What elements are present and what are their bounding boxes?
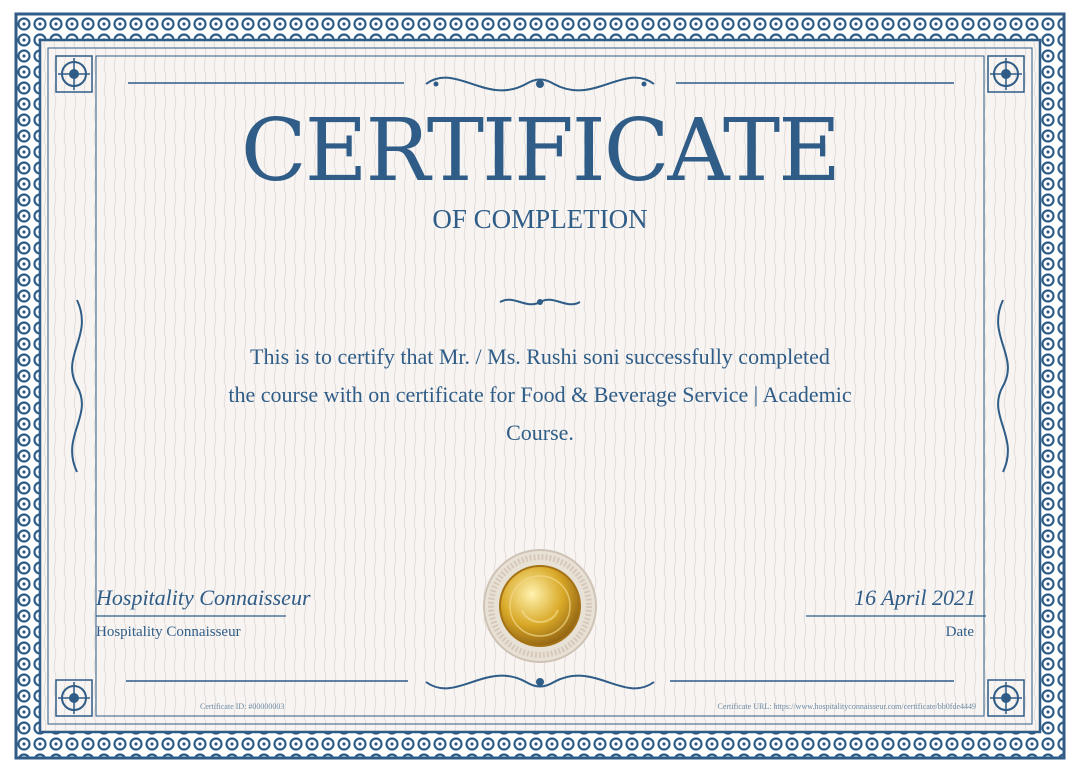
date-line xyxy=(806,615,986,617)
certificate-title: CERTIFICATE xyxy=(240,101,841,201)
certificate-id: Certificate ID: #00000003 xyxy=(200,702,285,711)
signature-line xyxy=(96,615,286,617)
gold-seal-icon xyxy=(483,549,597,663)
flourish-icon xyxy=(71,299,83,473)
signature: Hospitality Connaisseur xyxy=(96,585,311,610)
certificate-page: CERTIFICATE OF COMPLETION This is to cer… xyxy=(0,0,1080,772)
corner-ornament-icon xyxy=(987,55,1025,93)
body-line-3: Course. xyxy=(506,420,574,445)
certificate-url[interactable]: Certificate URL: https://www.hospitality… xyxy=(640,702,976,711)
flourish-icon xyxy=(499,298,581,306)
corner-ornament-icon xyxy=(987,679,1025,717)
certificate-subtitle: OF COMPLETION xyxy=(432,204,648,234)
certificate-body: This is to certify that Mr. / Ms. Rushi … xyxy=(150,338,930,452)
date-value: 16 April 2021 xyxy=(854,585,976,610)
corner-ornament-icon xyxy=(55,55,93,93)
body-line-2: the course with on certificate for Food … xyxy=(228,382,852,407)
date-caption: Date xyxy=(945,624,974,640)
flourish-icon xyxy=(425,76,655,92)
signature-caption: Hospitality Connaisseur xyxy=(96,624,241,640)
flourish-icon xyxy=(997,299,1009,473)
corner-ornament-icon xyxy=(55,679,93,717)
body-line-1: This is to certify that Mr. / Ms. Rushi … xyxy=(250,344,830,369)
flourish-icon xyxy=(425,674,655,690)
